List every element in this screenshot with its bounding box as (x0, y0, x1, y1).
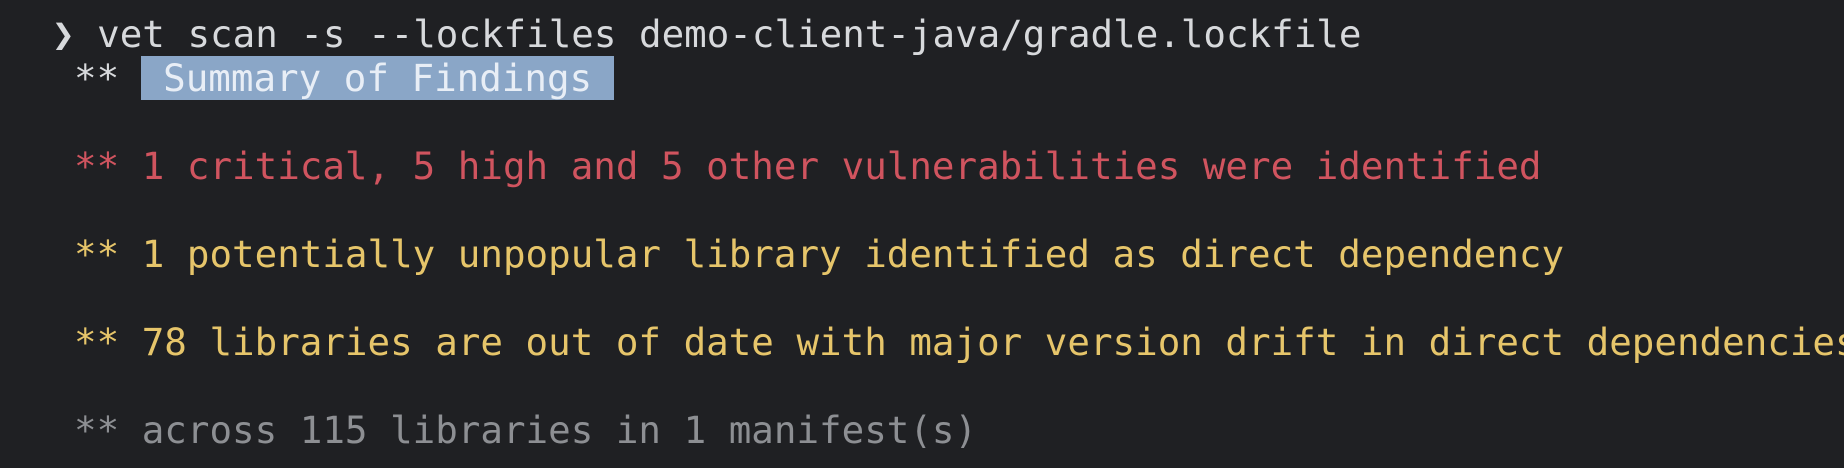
command-text: vet scan -s --lockfiles demo-client-java… (97, 12, 1362, 56)
finding-library-count: ** across 115 libraries in 1 manifest(s) (74, 408, 977, 452)
summary-title-highlight: Summary of Findings (141, 56, 615, 100)
finding-text: 78 libraries are out of date with major … (141, 320, 1844, 364)
finding-prefix: ** (74, 408, 120, 452)
finding-text: 1 critical, 5 high and 5 other vulnerabi… (141, 144, 1542, 188)
finding-unpopular-library: ** 1 potentially unpopular library ident… (74, 232, 1564, 276)
finding-vulnerabilities: ** 1 critical, 5 high and 5 other vulner… (74, 144, 1542, 188)
finding-version-drift: ** 78 libraries are out of date with maj… (74, 320, 1844, 364)
summary-heading: ** Summary of Findings (74, 56, 615, 100)
command-line: ❯ vet scan -s --lockfiles demo-client-ja… (52, 12, 1361, 56)
terminal-window: ❯ vet scan -s --lockfiles demo-client-ja… (0, 0, 1844, 468)
finding-prefix: ** (74, 232, 120, 276)
prompt-chevron-icon: ❯ (52, 12, 75, 56)
finding-prefix: ** (74, 144, 120, 188)
finding-text: across 115 libraries in 1 manifest(s) (141, 408, 978, 452)
summary-prefix: ** (74, 56, 120, 100)
finding-prefix: ** (74, 320, 120, 364)
finding-text: 1 potentially unpopular library identifi… (141, 232, 1565, 276)
